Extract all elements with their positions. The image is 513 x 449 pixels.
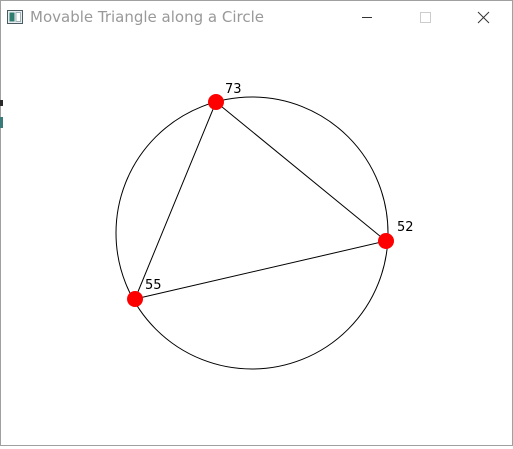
app-icon [7, 10, 23, 24]
triangle-side-ab [215, 101, 387, 242]
close-button[interactable] [460, 1, 506, 33]
vertex-handle-a[interactable] [208, 94, 224, 110]
vertex-label-b: 52 [397, 220, 414, 235]
circle [115, 96, 389, 370]
title-bar[interactable]: Movable Triangle along a Circle [1, 1, 512, 33]
drawing-area[interactable]: 73 52 55 [1, 33, 512, 445]
app-window: Movable Triangle along a Circle 73 52 55 [0, 0, 513, 446]
vertex-handle-c[interactable] [127, 291, 143, 307]
left-edge-mark [0, 100, 3, 106]
window-title: Movable Triangle along a Circle [30, 8, 264, 26]
maximize-button[interactable] [402, 1, 448, 33]
vertex-handle-b[interactable] [378, 233, 394, 249]
triangle-side-ca [134, 101, 217, 300]
minimize-button[interactable] [344, 1, 390, 33]
geometry-canvas[interactable]: 73 52 55 [1, 33, 512, 445]
vertex-label-c: 55 [145, 278, 162, 293]
vertex-label-a: 73 [225, 82, 242, 97]
triangle-side-bc [134, 240, 387, 300]
minimize-icon [362, 17, 372, 18]
maximize-icon [420, 12, 431, 23]
left-edge-mark-2 [0, 117, 3, 128]
close-icon [477, 11, 490, 24]
